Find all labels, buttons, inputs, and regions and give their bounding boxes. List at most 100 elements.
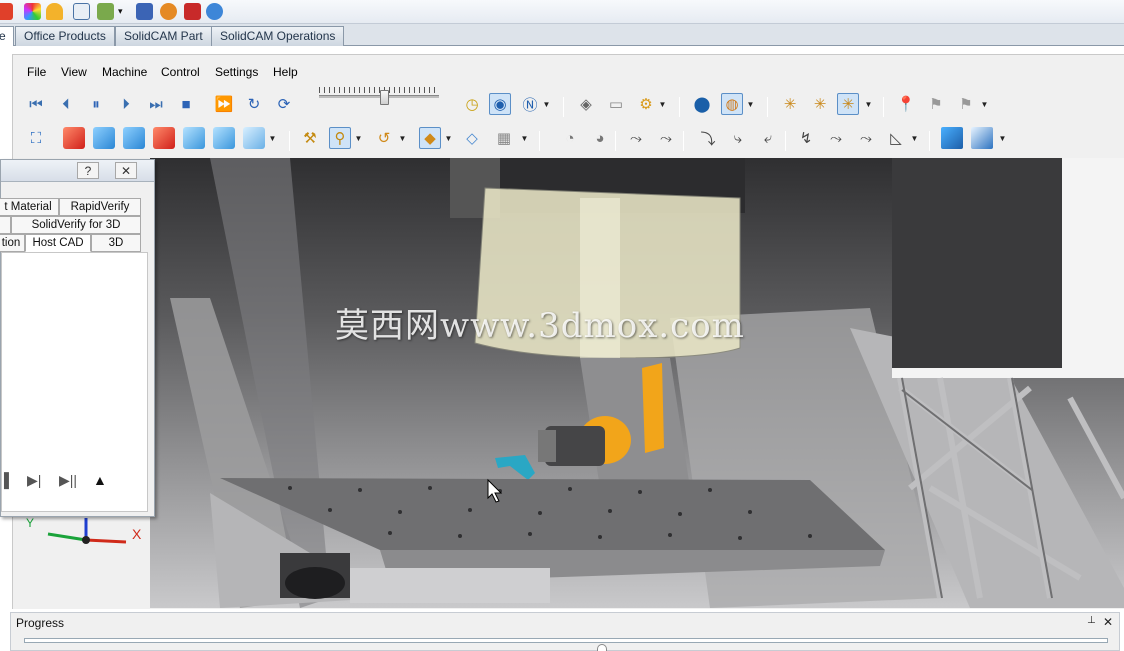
pause-icon[interactable]: ⏸ (85, 93, 107, 115)
chevron-down-icon[interactable]: ▼ (521, 127, 529, 149)
view-mode-icon[interactable]: ◉ (489, 93, 511, 115)
pin-icon[interactable]: ⊥ (1087, 615, 1096, 626)
motion-icon[interactable]: ↯ (795, 127, 817, 149)
help-button[interactable]: ? (77, 162, 99, 179)
document-chart-icon[interactable] (73, 3, 90, 20)
step-forward-icon[interactable]: ▶| (27, 472, 41, 489)
progress-slider-handle[interactable] (597, 644, 607, 651)
chevron-down-icon[interactable]: ▼ (659, 93, 667, 115)
chevron-down-icon[interactable]: ▼ (999, 127, 1007, 149)
solid-view-icon[interactable]: ◍ (721, 93, 743, 115)
repeat-icon[interactable]: ↻ (243, 93, 265, 115)
chevron-down-icon[interactable]: ▼ (543, 93, 551, 115)
cube-right-icon[interactable] (213, 127, 235, 149)
image-icon[interactable] (971, 127, 993, 149)
chevron-down-icon[interactable]: ▼ (747, 93, 755, 115)
cube-back-icon[interactable] (93, 127, 115, 149)
stock-icon[interactable]: ◆ (419, 127, 441, 149)
settings-gear-icon[interactable]: ⚙ (635, 93, 657, 115)
pause-icon[interactable]: ▐ (0, 472, 9, 488)
flag-icon[interactable]: ⚑ (955, 93, 977, 115)
color-palette-icon[interactable] (24, 3, 41, 20)
step-forward-icon[interactable]: ⏵ (115, 93, 137, 115)
cube-top-icon[interactable] (123, 127, 145, 149)
chevron-down-icon[interactable]: ▾ (118, 3, 126, 20)
cube-iso-icon[interactable] (243, 127, 265, 149)
chevron-down-icon[interactable]: ▼ (269, 127, 277, 149)
panel-title-bar[interactable]: ? ✕ (1, 160, 154, 182)
machine-icon[interactable]: ▦ (493, 127, 515, 149)
motion-icon[interactable]: ⤳ (855, 127, 877, 149)
menu-machine[interactable]: Machine (102, 65, 147, 79)
erase-icon[interactable]: ◈ (575, 93, 597, 115)
chevron-down-icon[interactable]: ▼ (399, 127, 407, 149)
material-sphere-icon[interactable]: ⬤ (691, 93, 713, 115)
chevron-down-icon[interactable]: ▼ (865, 93, 873, 115)
tab-solidcam-part[interactable]: SolidCAM Part (115, 26, 212, 46)
chevron-down-icon[interactable]: ▼ (911, 127, 919, 149)
tools-icon[interactable] (97, 3, 114, 20)
cube-bottom-icon[interactable] (153, 127, 175, 149)
tool-path-icon[interactable]: ⤷ (727, 127, 749, 149)
chevron-down-icon[interactable]: ▼ (981, 93, 989, 115)
shape-icon[interactable]: ◔ (559, 127, 581, 149)
speed-slider-thumb[interactable] (379, 90, 389, 105)
reset-icon[interactable]: ⟳ (273, 93, 295, 115)
tool-holder-icon[interactable]: ⚒ (299, 127, 321, 149)
tab-home-partial[interactable]: e (0, 26, 14, 46)
tab-hidden-row2[interactable] (0, 216, 11, 234)
tab-solidcam-operations[interactable]: SolidCAM Operations (211, 26, 345, 46)
layers-icon[interactable] (184, 3, 201, 20)
target-icon[interactable]: ◇ (461, 127, 483, 149)
path-icon[interactable]: ⤳ (625, 127, 647, 149)
tab-rapidverify[interactable]: RapidVerify (59, 198, 141, 216)
flag-icon[interactable]: ⚑ (925, 93, 947, 115)
shape-icon[interactable]: ◕ (589, 127, 611, 149)
motion-icon[interactable]: ⤳ (825, 127, 847, 149)
close-button[interactable]: ✕ (115, 162, 137, 179)
rotate-icon[interactable]: ↺ (373, 127, 395, 149)
gouge-icon[interactable]: ✳ (809, 93, 831, 115)
menu-view[interactable]: View (61, 65, 87, 79)
skip-end-icon[interactable]: ▶|| (59, 472, 77, 489)
cube-front-icon[interactable] (63, 127, 85, 149)
close-icon[interactable]: ✕ (1103, 615, 1113, 629)
rewind-to-start-icon[interactable]: ⏮ (25, 93, 47, 115)
tab-office-products[interactable]: Office Products (15, 26, 115, 46)
grid-check-icon[interactable]: ✳ (837, 93, 859, 115)
eject-icon[interactable]: ▲ (93, 472, 107, 488)
tab-rest-material[interactable]: t Material (0, 198, 59, 216)
collision-icon[interactable]: ✳ (779, 93, 801, 115)
tool-path-icon[interactable]: ⤵ (697, 127, 719, 149)
tab-host-cad[interactable]: Host CAD (25, 234, 91, 252)
motion-icon[interactable]: ◺ (885, 127, 907, 149)
play-icon[interactable]: ⏩ (213, 93, 235, 115)
menu-control[interactable]: Control (161, 65, 200, 79)
stop-icon[interactable]: ■ (175, 93, 197, 115)
step-back-icon[interactable]: ⏴ (55, 93, 77, 115)
menu-settings[interactable]: Settings (215, 65, 258, 79)
chevron-down-icon[interactable]: ▼ (355, 127, 363, 149)
add-view-icon[interactable] (941, 127, 963, 149)
machine-3d-viewport[interactable]: 莫西网www.3dmox.com (150, 158, 1124, 608)
add-icon[interactable] (0, 3, 13, 20)
tab-solidverify-3d[interactable]: SolidVerify for 3D (11, 216, 141, 234)
chevron-down-icon[interactable]: ▼ (445, 127, 453, 149)
cube-left-icon[interactable] (183, 127, 205, 149)
pin-icon[interactable]: 📍 (895, 93, 917, 115)
path-icon[interactable]: ⤳ (655, 127, 677, 149)
fast-forward-to-end-icon[interactable]: ⏭ (145, 93, 167, 115)
ruler-icon[interactable]: ▭ (605, 93, 627, 115)
menu-file[interactable]: File (27, 65, 46, 79)
nc-code-icon[interactable]: Ⓝ (519, 93, 541, 115)
gear-icon[interactable] (160, 3, 177, 20)
clock-icon[interactable]: ◷ (461, 93, 483, 115)
tool-path-icon[interactable]: ⤶ (757, 127, 779, 149)
menu-help[interactable]: Help (273, 65, 298, 79)
globe-icon[interactable] (206, 3, 223, 20)
fit-view-icon[interactable]: ⛶ (25, 127, 47, 149)
tab-3d[interactable]: 3D (91, 234, 141, 252)
tool-icon[interactable]: ⚲ (329, 127, 351, 149)
tab-simulation[interactable]: tion (0, 234, 25, 252)
brush-icon[interactable] (136, 3, 153, 20)
